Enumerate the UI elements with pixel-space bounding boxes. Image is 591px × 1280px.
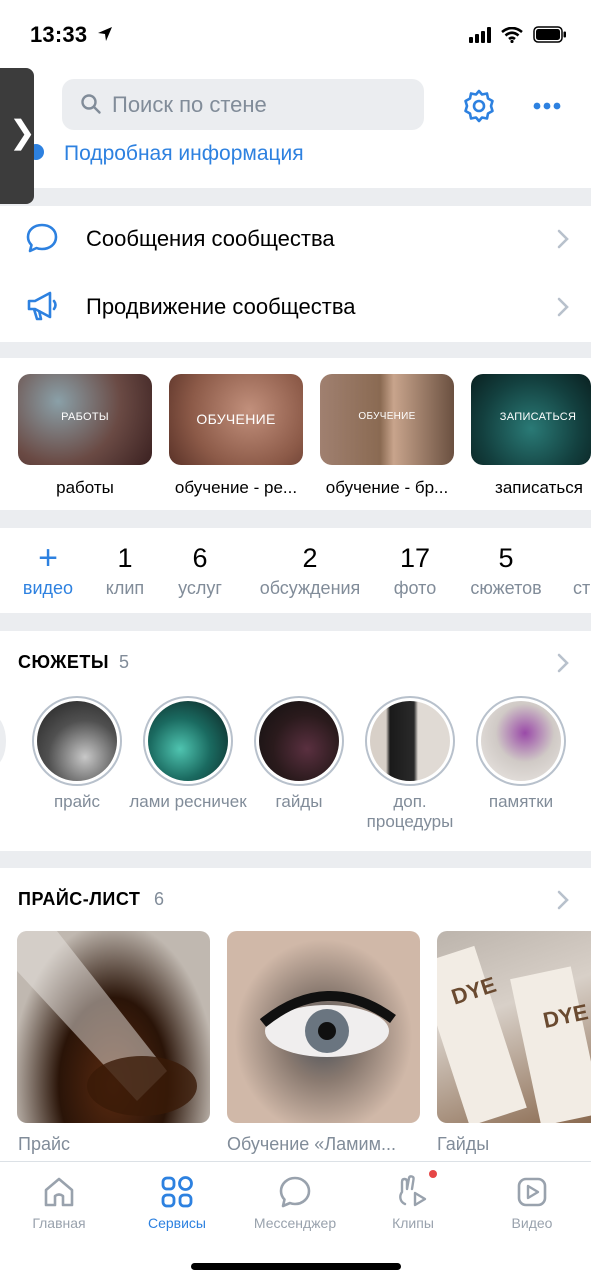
menu-item-label: Сообщения сообщества — [86, 226, 335, 251]
wifi-icon — [501, 26, 523, 43]
counter-value: 5 — [498, 543, 514, 573]
story-label: лами ресничек — [129, 792, 247, 811]
price-item-caption: Обучение «Ламим... — [227, 1134, 396, 1154]
highlight-cover-training[interactable]: ОБУЧЕНИЕ — [169, 374, 303, 465]
price-item-caption: Гайды — [437, 1134, 490, 1154]
menu-item-community-messages[interactable]: Сообщения сообщества — [0, 206, 591, 274]
gear-icon[interactable] — [461, 88, 497, 124]
counter-video[interactable]: + видео — [18, 539, 78, 599]
dropper-bottle-image — [17, 931, 197, 1116]
story-label: памятки — [488, 792, 554, 811]
stories-title[interactable]: СЮЖЕТЫ — [18, 652, 109, 673]
chevron-right-icon[interactable] — [557, 890, 569, 910]
tab-clips[interactable]: Клипы — [354, 1170, 472, 1231]
chevron-right-icon — [557, 297, 569, 317]
home-indicator — [191, 1263, 401, 1270]
cover-title: ОБУЧЕНИЕ — [358, 411, 416, 422]
counter-more[interactable]: ст — [573, 543, 591, 599]
story-price[interactable] — [32, 696, 122, 786]
dye-tubes-image: DYE DYE — [437, 945, 591, 1123]
cover-title: ОБУЧЕНИЕ — [196, 411, 276, 427]
chevron-right-icon: ❯ — [9, 114, 36, 150]
story-reminders[interactable] — [476, 696, 566, 786]
price-list-count: 6 — [154, 889, 165, 909]
chevron-right-icon — [557, 229, 569, 249]
counter-label: видео — [22, 578, 74, 598]
messenger-icon — [279, 1176, 311, 1208]
cellular-signal-icon — [469, 26, 491, 43]
more-options-icon[interactable] — [533, 102, 561, 110]
counter-label: ст — [573, 578, 591, 598]
tab-label: Сервисы — [147, 1215, 206, 1231]
story-label: гайды — [275, 792, 323, 811]
cover-caption: записаться — [495, 478, 583, 497]
story-lamination[interactable] — [143, 696, 233, 786]
price-list-title[interactable]: ПРАЙС-ЛИСТ — [18, 889, 140, 910]
tab-label: Клипы — [392, 1215, 434, 1231]
megaphone-icon — [27, 291, 57, 321]
cover-caption: обучение - бр... — [325, 478, 449, 497]
counter-services[interactable]: 6 услуг — [170, 543, 230, 599]
counter-label: фото — [393, 578, 437, 598]
price-item-guides[interactable]: DYE DYE — [437, 931, 591, 1123]
search-bar[interactable] — [62, 79, 424, 130]
counter-clips[interactable]: 1 клип — [95, 543, 155, 599]
counter-label: сюжетов — [470, 578, 542, 598]
notification-dot — [429, 1170, 437, 1178]
tab-label: Мессенджер — [253, 1215, 337, 1231]
highlight-cover-works[interactable]: РАБОТЫ — [18, 374, 152, 465]
stories-count: 5 — [119, 652, 130, 672]
story-extra-procedures[interactable] — [365, 696, 455, 786]
counter-photos[interactable]: 17 фото — [385, 543, 445, 599]
tab-label: Главная — [32, 1215, 86, 1231]
price-item-caption: Прайс — [18, 1134, 71, 1154]
search-input[interactable] — [112, 79, 412, 130]
story-guides[interactable] — [254, 696, 344, 786]
tab-home[interactable]: Главная — [0, 1172, 118, 1231]
header: Подробная информация — [0, 70, 591, 188]
counter-value: 2 — [302, 543, 318, 573]
cover-caption: обучение - ре... — [174, 478, 298, 497]
video-icon — [517, 1177, 547, 1207]
price-item-lamination-course[interactable] — [227, 931, 420, 1123]
battery-icon — [533, 26, 566, 43]
clips-icon — [399, 1175, 427, 1207]
services-grid-icon — [161, 1176, 193, 1208]
detailed-info-link[interactable]: Подробная информация — [64, 142, 304, 166]
cover-title: РАБОТЫ — [61, 411, 109, 423]
price-item-price[interactable] — [17, 931, 210, 1123]
story-label: доп. процедуры — [366, 792, 454, 831]
location-arrow-icon — [98, 27, 112, 41]
tab-label: Видео — [511, 1215, 553, 1231]
eye-lashes-image — [259, 990, 396, 1057]
counter-value: 1 — [117, 543, 133, 573]
highlight-cover-signup[interactable]: ЗАПИСАТЬСЯ — [471, 374, 591, 465]
counter-value: 6 — [192, 543, 208, 573]
menu-item-label: Продвижение сообщества — [86, 294, 356, 319]
counter-value: 17 — [399, 543, 431, 573]
story-label: прайс — [53, 792, 101, 811]
counter-label: клип — [105, 578, 145, 598]
message-bubble-icon — [26, 223, 58, 253]
status-bar: 13:33 — [0, 0, 591, 70]
counter-discussions[interactable]: 2 обсуждения — [250, 543, 370, 599]
counter-label: услуг — [178, 578, 222, 598]
counter-stories[interactable]: 5 сюжетов — [462, 543, 550, 599]
home-icon — [44, 1177, 74, 1207]
side-panel-handle[interactable]: ❯ — [0, 68, 36, 204]
tab-services[interactable]: Сервисы — [118, 1172, 236, 1231]
add-video-icon: + — [38, 539, 58, 577]
search-icon — [81, 94, 101, 114]
menu-item-community-promotion[interactable]: Продвижение сообщества — [0, 274, 591, 342]
tab-video[interactable]: Видео — [473, 1172, 591, 1231]
chevron-right-icon[interactable] — [557, 653, 569, 673]
cover-caption: работы — [56, 478, 114, 497]
counter-value — [573, 543, 591, 575]
cover-title: ЗАПИСАТЬСЯ — [499, 411, 577, 423]
tab-messenger[interactable]: Мессенджер — [236, 1172, 354, 1231]
counter-label: обсуждения — [259, 578, 361, 598]
community-menu: Сообщения сообщества Продвижение сообщес… — [0, 206, 591, 342]
highlight-cover-training-2[interactable]: ОБУЧЕНИЕ — [320, 374, 454, 465]
status-time: 13:33 — [30, 22, 88, 47]
